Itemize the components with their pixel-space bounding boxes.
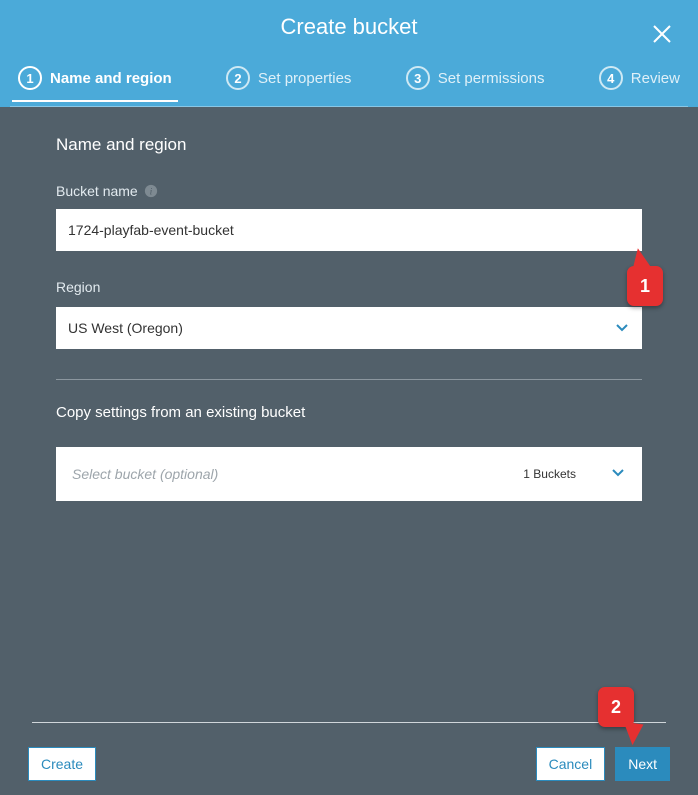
step-label: Set properties xyxy=(258,70,351,87)
bucket-name-input[interactable] xyxy=(56,209,642,251)
chevron-down-icon xyxy=(610,464,626,485)
step-label: Name and region xyxy=(50,70,172,87)
svg-text:i: i xyxy=(149,187,152,198)
region-value: US West (Oregon) xyxy=(68,320,183,336)
step-number: 4 xyxy=(599,66,623,90)
divider xyxy=(56,379,642,380)
footer-divider xyxy=(32,722,666,723)
bucket-name-label: Bucket name i xyxy=(56,183,642,199)
step-set-properties[interactable]: 2 Set properties xyxy=(220,60,357,102)
wizard-steps: 1 Name and region 2 Set properties 3 Set… xyxy=(0,60,698,106)
cancel-button[interactable]: Cancel xyxy=(536,747,606,781)
step-label: Set permissions xyxy=(438,70,545,87)
step-set-permissions[interactable]: 3 Set permissions xyxy=(400,60,551,102)
annotation-label: 2 xyxy=(598,687,634,727)
region-select[interactable]: US West (Oregon) xyxy=(56,307,642,349)
close-icon xyxy=(650,33,674,50)
copy-bucket-select[interactable]: Select bucket (optional) 1 Buckets xyxy=(56,447,642,501)
dialog-title: Create bucket xyxy=(0,14,698,60)
create-button[interactable]: Create xyxy=(28,747,96,781)
info-icon[interactable]: i xyxy=(144,184,158,198)
step-number: 3 xyxy=(406,66,430,90)
bucket-count: 1 Buckets xyxy=(523,467,576,481)
copy-settings-title: Copy settings from an existing bucket xyxy=(56,404,642,421)
step-review[interactable]: 4 Review xyxy=(593,60,686,102)
next-button[interactable]: Next xyxy=(615,747,670,781)
close-button[interactable] xyxy=(650,22,674,46)
step-label: Review xyxy=(631,70,680,87)
step-name-and-region[interactable]: 1 Name and region xyxy=(12,60,178,102)
copy-placeholder: Select bucket (optional) xyxy=(72,466,218,482)
section-title-name-region: Name and region xyxy=(56,135,642,155)
region-label: Region xyxy=(56,279,642,295)
bucket-name-label-text: Bucket name xyxy=(56,183,138,199)
step-number: 1 xyxy=(18,66,42,90)
annotation-2: 2 xyxy=(598,687,634,727)
chevron-down-icon xyxy=(614,319,630,338)
step-number: 2 xyxy=(226,66,250,90)
